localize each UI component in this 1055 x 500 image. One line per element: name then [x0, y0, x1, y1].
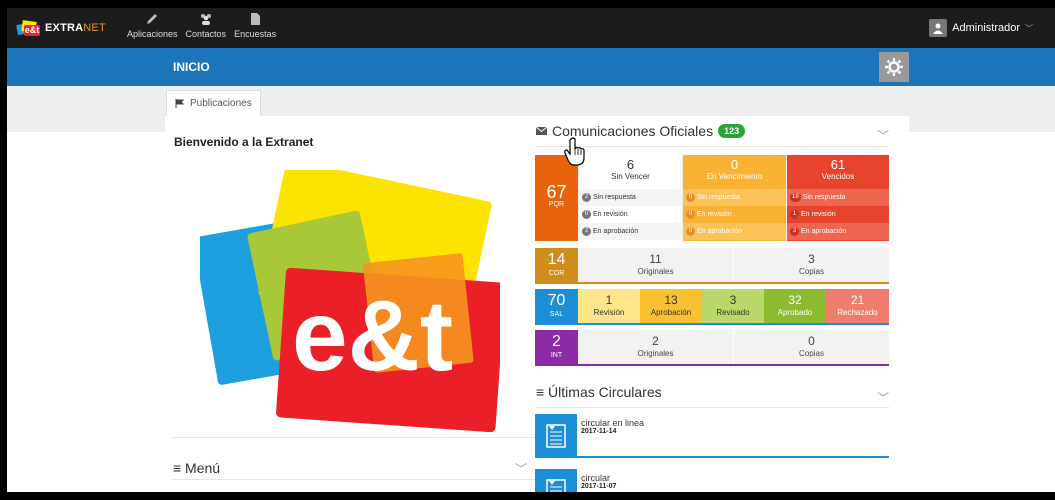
pqr-substat[interactable]: 2 En aprobación: [579, 223, 682, 240]
user-name: Administrador: [952, 22, 1020, 34]
top-navbar: e&t EXTRANET Aplicaciones Contactos Encu…: [7, 8, 1055, 48]
sal-status-cell[interactable]: 3 Revisado: [702, 289, 764, 325]
users-icon: [200, 14, 211, 25]
divider: [173, 437, 535, 438]
document-icon: [251, 13, 261, 25]
circular-item[interactable]: circular en linea 2017-11-14: [535, 414, 889, 458]
company-logo-image: e&t: [200, 170, 500, 432]
pqr-substat[interactable]: 19 Sin respuesta: [787, 189, 889, 206]
page-title: INICIO: [173, 60, 210, 74]
cor-copias[interactable]: 3 Copias: [733, 248, 889, 284]
pqr-summary: 67 PQR 6 Sin Vencer 2 Sin respuesta 0 En revi…: [535, 155, 889, 241]
brand-name: EXTRANET: [45, 22, 106, 34]
top-nav-menu: Aplicaciones Contactos Encuestas: [127, 12, 276, 39]
pqr-substat[interactable]: 2 Sin respuesta: [579, 189, 682, 206]
cor-total-tile[interactable]: 14 COR: [535, 248, 578, 284]
chevron-down-icon[interactable]: ﹀: [515, 460, 527, 477]
cor-row: 14 COR 11 Originales 3 Copias: [535, 248, 889, 284]
cor-originales[interactable]: 11 Originales: [578, 248, 733, 284]
welcome-heading: Bienvenido a la Extranet: [174, 135, 314, 149]
logo-mark-icon: e&t: [16, 20, 41, 36]
pencil-icon: [147, 14, 158, 24]
browser-viewport: e&t EXTRANET Aplicaciones Contactos Encu…: [7, 8, 1055, 492]
document-list-icon: [535, 469, 577, 492]
pqr-substat[interactable]: 0 Sin respuesta: [683, 189, 786, 206]
user-menu[interactable]: Administrador ﹀: [929, 19, 1033, 37]
pqr-column[interactable]: 61 Vencidos 19 Sin respuesta 1 En revisión 3 En…: [786, 155, 889, 241]
sal-status-cell[interactable]: 32 Aprobado: [764, 289, 826, 325]
nav-contactos[interactable]: Contactos: [186, 12, 226, 39]
count-badge: 123: [718, 124, 746, 138]
pqr-substat[interactable]: 0 En revisión: [579, 206, 682, 223]
circulares-heading[interactable]: ≡ Últimas Circulares: [536, 384, 662, 400]
menu-heading[interactable]: ≡ Menú: [173, 460, 220, 476]
pqr-column[interactable]: 6 Sin Vencer 2 Sin respuesta 0 En revisión 2 En…: [578, 155, 682, 241]
divider: [173, 479, 535, 480]
int-originales[interactable]: 2 Originales: [578, 330, 733, 366]
chevron-down-icon: ﹀: [1025, 23, 1033, 33]
pqr-substat[interactable]: 1 En revisión: [787, 206, 889, 223]
sal-status-cell[interactable]: 13 Aprobación: [640, 289, 702, 325]
chevron-down-icon[interactable]: ﹀: [877, 127, 889, 144]
sal-status-cell[interactable]: 1 Revisión: [578, 289, 640, 325]
pqr-substat[interactable]: 0 En aprobación: [683, 223, 786, 240]
int-total-tile[interactable]: 2 INT: [535, 330, 578, 366]
sal-status-cell[interactable]: 21 Rechazado: [826, 289, 889, 325]
int-row: 2 INT 2 Originales 0 Copias: [535, 330, 889, 366]
int-copias[interactable]: 0 Copias: [733, 330, 889, 366]
settings-button[interactable]: [879, 52, 909, 82]
tab-publicaciones[interactable]: Publicaciones: [166, 90, 261, 116]
nav-aplicaciones[interactable]: Aplicaciones: [127, 12, 178, 39]
envelope-icon: [536, 127, 547, 135]
sal-row: 70 SAL 1 Revisión 13 Aprobación 3 Revisado 32 A…: [535, 289, 889, 325]
pqr-substat[interactable]: 3 En aprobación: [787, 223, 889, 240]
app-logo[interactable]: e&t EXTRANET: [16, 20, 106, 36]
divider: [535, 407, 889, 408]
document-list-icon: [535, 414, 577, 458]
nav-encuestas[interactable]: Encuestas: [234, 12, 276, 39]
gear-icon: [885, 58, 903, 76]
sal-total-tile[interactable]: 70 SAL: [535, 289, 578, 325]
pqr-total-tile[interactable]: 67 PQR: [535, 155, 578, 241]
pqr-substat[interactable]: 0 En revisión: [683, 206, 786, 223]
pqr-column[interactable]: 0 En Vencimiento 0 Sin respuesta 0 En revisió…: [682, 155, 786, 241]
svg-text:e&t: e&t: [292, 280, 453, 392]
user-avatar-icon: [929, 19, 948, 37]
flag-icon: [175, 99, 184, 108]
chevron-down-icon[interactable]: ﹀: [877, 389, 889, 406]
circular-item[interactable]: circular 2017-11-07: [535, 469, 889, 492]
hand-cursor-icon: [564, 137, 585, 166]
